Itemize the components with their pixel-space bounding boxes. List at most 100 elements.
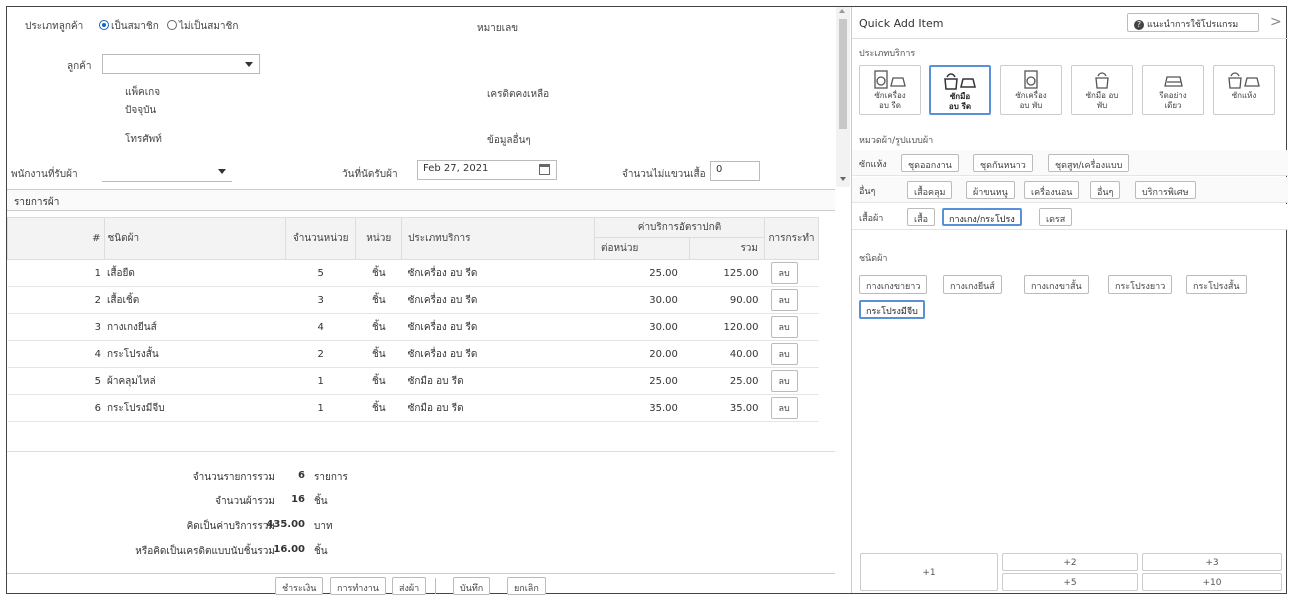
category-row-label: ซักแห้ง <box>859 160 887 170</box>
pay-button[interactable]: ชำระเงิน <box>275 577 324 595</box>
row-price: 35.00 <box>594 394 690 422</box>
chip-bedding[interactable]: เครื่องนอน <box>1024 181 1080 199</box>
calendar-icon[interactable] <box>539 164 550 175</box>
kind-shorts[interactable]: กางเกงขาสั้น <box>1024 275 1089 294</box>
add-5-button[interactable]: +5 <box>1002 573 1138 591</box>
row-total: 25.00 <box>689 367 765 395</box>
category-row-dry-clean: ซักแห้ง ชุดออกงาน ชุดกันหนาว ชุดสูท/เครื… <box>852 150 1288 176</box>
items-section-title: รายการผ้า <box>14 197 60 208</box>
chevron-down-icon <box>218 169 226 174</box>
kind-long-skirt[interactable]: กระโปรงยาว <box>1108 275 1173 294</box>
category-row-label: อื่นๆ <box>859 187 876 197</box>
category-label: หมวดผ้า/รูปแบบผ้า <box>859 136 934 146</box>
chip-coat[interactable]: เสื้อคลุม <box>907 181 953 199</box>
row-qty[interactable]: 1 <box>285 394 356 422</box>
add-3-button[interactable]: +3 <box>1142 553 1282 571</box>
washer-icon <box>1024 70 1038 89</box>
col-service: ประเภทบริการ <box>401 217 595 260</box>
staff-select[interactable] <box>102 162 232 182</box>
no-hanger-input[interactable]: 0 <box>710 161 760 181</box>
help-icon: ? <box>1134 20 1144 30</box>
member-radio[interactable]: เป็นสมาชิก <box>99 19 159 34</box>
service-machine-wash-dry-iron[interactable]: ซักเครื่อง อบ รีด <box>859 65 921 115</box>
cancel-button[interactable]: ยกเลิก <box>507 577 546 595</box>
other-info-label: ข้อมูลอื่นๆ <box>487 135 531 146</box>
kind-short-skirt[interactable]: กระโปรงสั้น <box>1186 275 1247 294</box>
chip-special[interactable]: บริการพิเศษ <box>1135 181 1196 199</box>
col-unit: หน่วย <box>355 217 403 260</box>
category-row-clothes: เสื้อผ้า เสื้อ กางเกง/กระโปรง เดรส <box>852 204 1288 230</box>
total-pieces-value: 16 <box>291 494 305 505</box>
help-button[interactable]: ? แนะนำการใช้โปรแกรม <box>1127 13 1259 32</box>
chip-pants-skirt[interactable]: กางเกง/กระโปรง <box>942 208 1022 226</box>
radio-selected-icon <box>99 20 109 30</box>
row-unit: ชิ้น <box>355 259 402 287</box>
row-total: 40.00 <box>689 340 765 368</box>
chip-suit[interactable]: ชุดสูท/เครื่องแบบ <box>1048 154 1130 172</box>
delete-button[interactable]: ลบ <box>770 262 798 284</box>
save-button[interactable]: บันทึก <box>453 577 491 595</box>
service-machine-wash-dry-fold[interactable]: ซักเครื่อง อบ พับ <box>1000 65 1062 115</box>
radio-empty-icon <box>167 20 177 30</box>
chevron-down-icon <box>245 62 253 67</box>
service-line1: ซักเครื่อง <box>874 91 906 100</box>
delete-button[interactable]: ลบ <box>770 316 798 338</box>
work-button[interactable]: การทำงาน <box>330 577 386 595</box>
row-unit: ชิ้น <box>355 340 402 368</box>
action-bar: ชำระเงิน การทำงาน ส่งผ้า บันทึก ยกเลิก <box>7 573 835 595</box>
current-label: ปัจจุบัน <box>125 105 157 116</box>
chip-other[interactable]: อื่นๆ <box>1090 181 1121 199</box>
divider <box>435 578 436 594</box>
chip-winter[interactable]: ชุดกันหนาว <box>973 154 1033 172</box>
add-10-button[interactable]: +10 <box>1142 573 1282 591</box>
row-total: 90.00 <box>689 286 765 314</box>
col-rate-group: ค่าบริการอัตราปกติ <box>593 217 766 238</box>
add-1-button[interactable]: +1 <box>860 553 998 591</box>
delete-button[interactable]: ลบ <box>770 343 798 365</box>
service-dry-clean[interactable]: ซักแห้ง <box>1213 65 1275 115</box>
customer-label: ลูกค้า <box>67 61 92 72</box>
total-items-label: จำนวนรายการรวม <box>192 472 275 483</box>
kind-long-pants[interactable]: กางเกงขายาว <box>859 275 928 294</box>
deliver-button[interactable]: ส่งผ้า <box>392 577 427 595</box>
chip-shirt[interactable]: เสื้อ <box>907 208 935 226</box>
row-qty[interactable]: 1 <box>285 367 356 395</box>
kind-label: ชนิดผ้า <box>859 254 888 264</box>
chip-dress[interactable]: เดรส <box>1039 208 1073 226</box>
scroll-down-icon[interactable] <box>840 177 846 181</box>
service-hand-wash-dry-fold[interactable]: ซักมือ อบ พับ <box>1071 65 1133 115</box>
hand-wash-icon <box>1095 72 1109 89</box>
service-iron-only[interactable]: รีดอย่าง เดียว <box>1142 65 1204 115</box>
scroll-thumb[interactable] <box>839 19 847 129</box>
delete-button[interactable]: ลบ <box>770 397 798 419</box>
customer-select[interactable] <box>102 54 260 74</box>
kind-pleated-skirt[interactable]: กระโปรงมีจีบ <box>859 300 925 319</box>
pickup-date-input[interactable]: Feb 27, 2021 <box>417 160 557 180</box>
chevron-right-icon[interactable]: > <box>1270 14 1282 30</box>
row-qty[interactable]: 3 <box>285 286 356 314</box>
form-scrollbar[interactable] <box>836 7 850 187</box>
chip-formal[interactable]: ชุดออกงาน <box>901 154 959 172</box>
row-name: กระโปรงสั้น <box>104 340 286 368</box>
service-line2: เดียว <box>1164 101 1182 110</box>
kind-jeans[interactable]: กางเกงยีนส์ <box>943 275 1002 294</box>
row-qty[interactable]: 2 <box>285 340 356 368</box>
service-hand-wash-dry-iron[interactable]: ซักมือ อบ รีด <box>929 65 991 115</box>
row-qty[interactable]: 4 <box>285 313 356 341</box>
chip-towel[interactable]: ผ้าขนหนู <box>966 181 1015 199</box>
service-type-label: ประเภทบริการ <box>859 49 916 59</box>
add-2-button[interactable]: +2 <box>1002 553 1138 571</box>
app-window: ประเภทลูกค้า เป็นสมาชิก ไม่เป็นสมาชิก หม… <box>6 6 1288 595</box>
items-table: # ชนิดผ้า จำนวนหน่วย หน่วย ประเภทบริการ … <box>6 217 819 422</box>
washer-iron-icon <box>874 70 906 89</box>
table-row: 2 เสื้อเชิ้ต 3 ชิ้น ซักเครื่อง อบ รีด 30… <box>7 286 819 314</box>
row-qty[interactable]: 5 <box>285 259 356 287</box>
scroll-up-icon[interactable] <box>839 9 845 13</box>
staff-label: พนักงานที่รับผ้า <box>11 169 78 180</box>
col-qty: จำนวนหน่วย <box>284 217 357 260</box>
table-row: 3 กางเกงยีนส์ 4 ชิ้น ซักเครื่อง อบ รีด 3… <box>7 313 819 341</box>
credit-total-unit: ชิ้น <box>314 546 328 557</box>
delete-button[interactable]: ลบ <box>770 289 798 311</box>
non-member-radio[interactable]: ไม่เป็นสมาชิก <box>167 19 238 34</box>
delete-button[interactable]: ลบ <box>770 370 798 392</box>
